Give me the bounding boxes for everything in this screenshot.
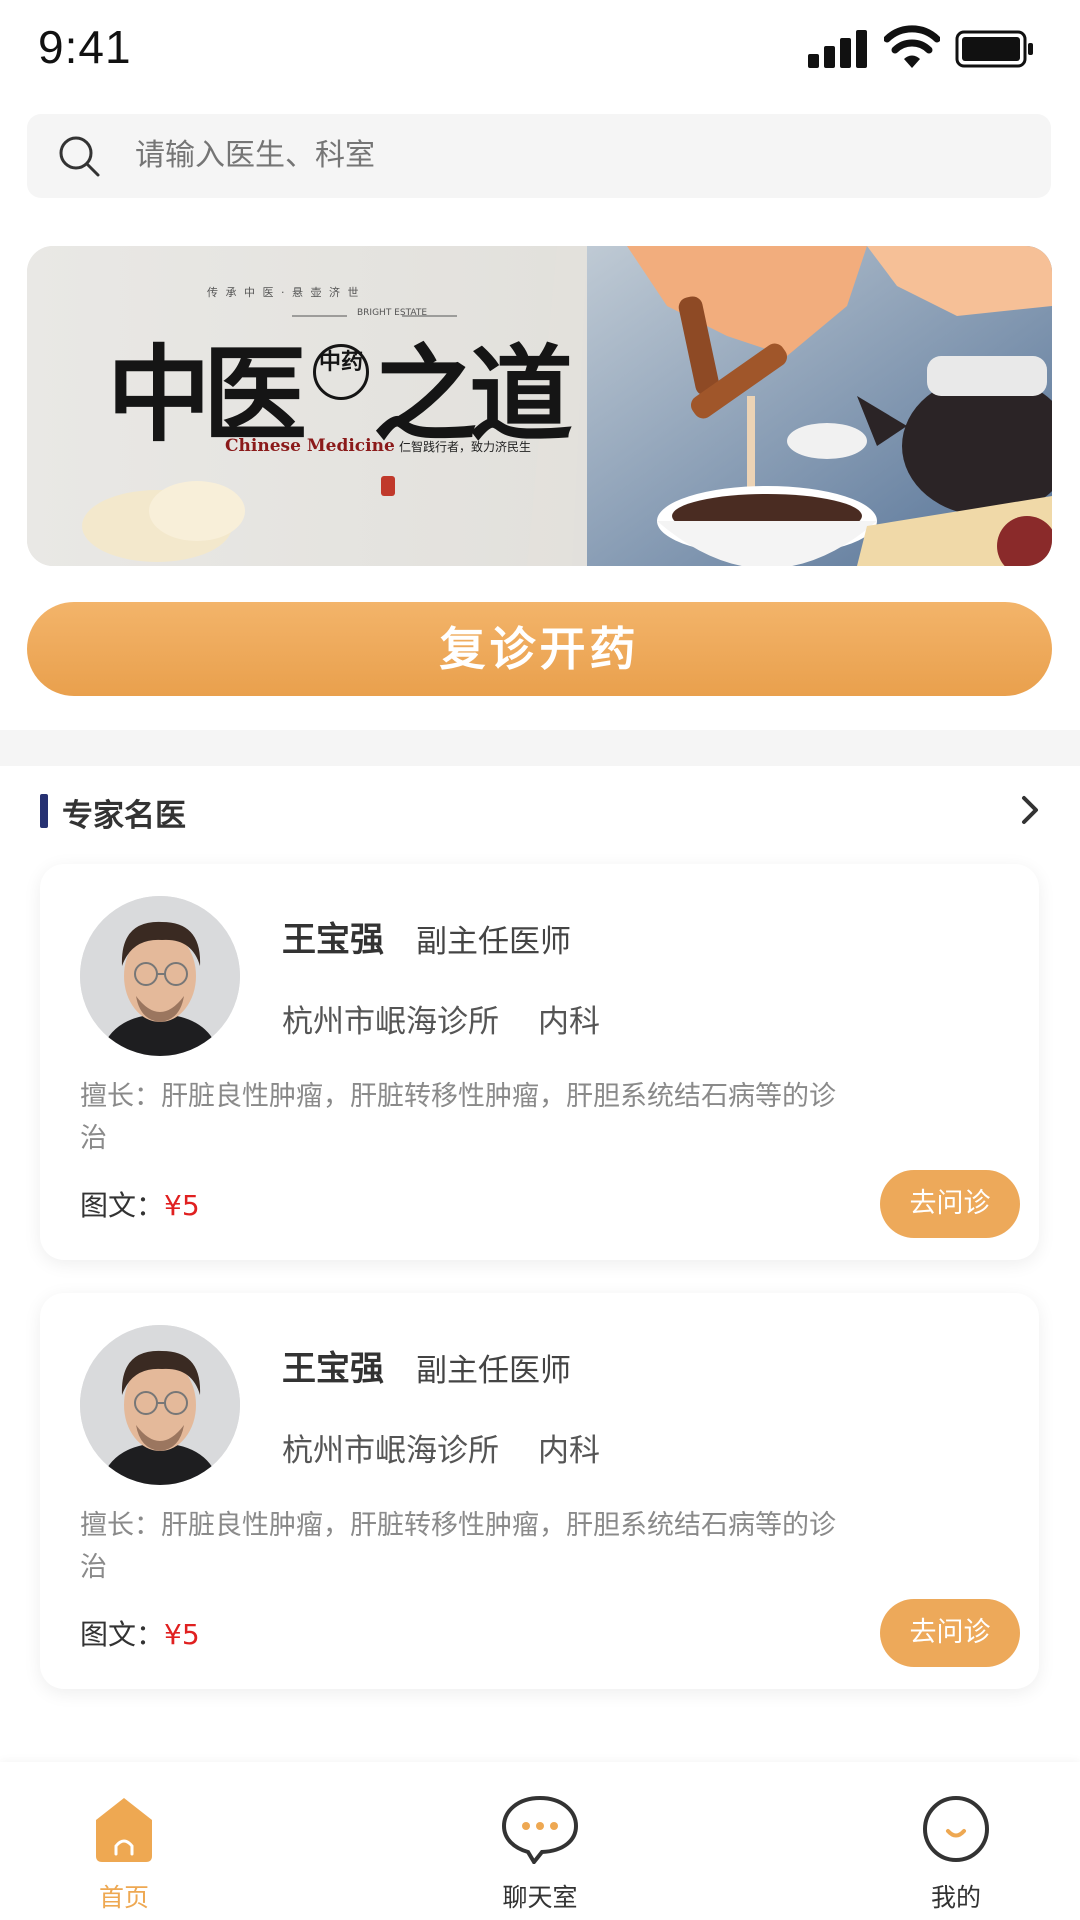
tab-chat[interactable]: 聊天室 xyxy=(440,1762,640,1920)
tab-profile[interactable]: 我的 xyxy=(856,1762,1056,1920)
follow-up-prescription-button[interactable]: 复诊开药 xyxy=(27,602,1052,696)
doctor-avatar xyxy=(80,896,240,1056)
doctor-title: 副主任医师 xyxy=(416,924,571,960)
doctor-clinic: 杭州市岷海诊所 xyxy=(282,1004,499,1040)
price-label: 图文： xyxy=(80,1618,165,1651)
status-bar: 9:41 xyxy=(0,0,1080,100)
price-row: 图文：¥5 xyxy=(80,1613,200,1653)
price-value: ¥5 xyxy=(164,1618,200,1651)
doctor-department: 内科 xyxy=(538,1004,600,1040)
doctor-specialty: 擅长：肝脏良性肿瘤，肝脏转移性肿瘤，肝胆系统结石病等的诊治 xyxy=(80,1510,836,1583)
doctor-avatar xyxy=(80,1325,240,1485)
tab-home[interactable]: 首页 xyxy=(24,1762,224,1920)
signal-icon xyxy=(808,28,868,68)
doctor-card[interactable]: 王宝强 副主任医师 杭州市岷海诊所 内科 擅长：肝脏良性肿瘤，肝脏转移性肿瘤，肝… xyxy=(40,864,1039,1260)
search-bar[interactable] xyxy=(27,114,1051,198)
price-value: ¥5 xyxy=(164,1189,200,1222)
doctor-specialty: 擅长：肝脏良性肿瘤，肝脏转移性肿瘤，肝胆系统结石病等的诊治 xyxy=(80,1081,836,1154)
chat-icon xyxy=(501,1795,579,1864)
tab-home-label: 首页 xyxy=(98,1883,149,1912)
doctor-name: 王宝强 xyxy=(282,920,384,960)
banner-top-line: 传 承 中 医 · 悬 壶 济 世 xyxy=(207,286,361,299)
section-accent-bar xyxy=(40,794,48,828)
battery-icon xyxy=(955,30,1033,68)
doctor-department: 内科 xyxy=(538,1433,600,1469)
tab-chat-label: 聊天室 xyxy=(502,1883,578,1912)
promo-banner[interactable]: 传 承 中 医 · 悬 壶 济 世 BRIGHT ESTATE 中医 中药 之道… xyxy=(27,246,1052,566)
banner-subtitle-cn: 仁智践行者，致力济民生 xyxy=(399,440,532,454)
doctor-title: 副主任医师 xyxy=(416,1353,571,1389)
wifi-icon xyxy=(884,25,940,68)
price-label: 图文： xyxy=(80,1189,165,1222)
section-title: 专家名医 xyxy=(62,798,186,834)
doctor-card[interactable]: 王宝强 副主任医师 杭州市岷海诊所 内科 擅长：肝脏良性肿瘤，肝脏转移性肿瘤，肝… xyxy=(40,1293,1039,1689)
expert-doctors-header: 专家名医 xyxy=(0,768,1080,858)
doctor-clinic: 杭州市岷海诊所 xyxy=(282,1433,499,1469)
banner-subtitle-en: Chinese Medicine xyxy=(225,436,395,456)
bottom-tab-bar: 首页 聊天室 我的 xyxy=(0,1762,1080,1920)
home-icon xyxy=(96,1798,152,1862)
profile-icon xyxy=(923,1796,989,1862)
status-time: 9:41 xyxy=(38,21,132,73)
doctor-name: 王宝强 xyxy=(282,1349,384,1389)
price-row: 图文：¥5 xyxy=(80,1184,200,1224)
search-input[interactable] xyxy=(135,114,1015,198)
search-icon xyxy=(59,136,100,177)
chevron-right-icon[interactable] xyxy=(1010,790,1050,830)
consult-button[interactable]: 去问诊 xyxy=(880,1170,1020,1238)
tab-profile-label: 我的 xyxy=(930,1883,981,1912)
banner-title-seal: 中药 xyxy=(313,344,369,400)
consult-button[interactable]: 去问诊 xyxy=(880,1599,1020,1667)
section-divider xyxy=(0,730,1080,766)
